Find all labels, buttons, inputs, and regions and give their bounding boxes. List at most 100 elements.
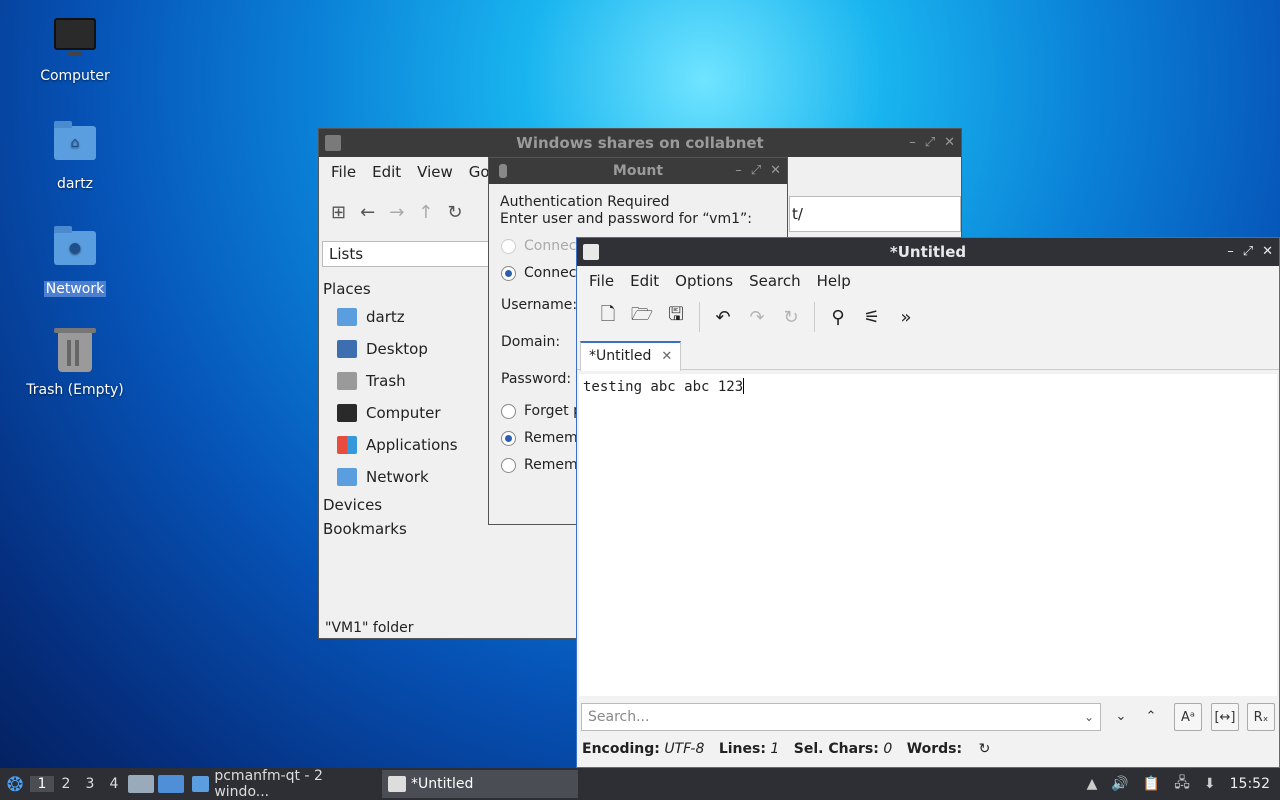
place-label: Network <box>366 468 429 486</box>
connect-anonymous-option[interactable]: Connect <box>501 238 582 254</box>
match-case-icon[interactable]: Aᵃ <box>1174 703 1202 731</box>
menu-file[interactable]: File <box>323 163 364 181</box>
maximize-icon[interactable]: ⤢ <box>1243 244 1253 259</box>
radio-button[interactable] <box>501 457 516 473</box>
sel-chars-value: 0 <box>883 741 893 757</box>
new-tab-icon[interactable]: ⊞ <box>331 202 346 223</box>
desktop-icon-dartz[interactable]: ⌂ dartz <box>20 120 130 192</box>
show-desktop-icon[interactable] <box>158 775 184 793</box>
menu-file[interactable]: File <box>581 272 622 290</box>
side-pane-mode-select[interactable]: Lists <box>322 241 492 267</box>
desktop-switch-1[interactable]: 1 <box>30 776 54 792</box>
task-editor[interactable]: *Untitled <box>382 770 578 798</box>
forget-password-option[interactable]: Forget p <box>501 403 582 419</box>
radio-button[interactable] <box>501 430 516 446</box>
menu-options[interactable]: Options <box>667 272 741 290</box>
editor-titlebar[interactable]: *Untitled – ⤢ ✕ <box>577 238 1279 266</box>
place-item-computer[interactable]: Computer <box>323 397 493 429</box>
desktop-icon-label: dartz <box>56 176 94 192</box>
more-icon[interactable]: » <box>889 307 923 328</box>
menu-edit[interactable]: Edit <box>622 272 667 290</box>
place-item-desktop[interactable]: Desktop <box>323 333 493 365</box>
find-next-icon[interactable]: ⌄ <box>1107 703 1135 731</box>
desktop-switch-2[interactable]: 2 <box>54 776 78 792</box>
tab-untitled[interactable]: *Untitled ✕ <box>580 341 682 371</box>
find-previous-icon[interactable]: ⌃ <box>1137 703 1165 731</box>
network-icon[interactable]: 🖧 <box>1174 772 1190 796</box>
computer-icon <box>53 18 97 62</box>
menu-edit[interactable]: Edit <box>364 163 409 181</box>
remember-forever-option[interactable]: Remem <box>501 457 578 473</box>
menu-search[interactable]: Search <box>741 272 809 290</box>
close-icon[interactable]: ✕ <box>944 135 955 150</box>
search-input[interactable]: Search... ⌄ <box>581 703 1101 731</box>
minimize-icon[interactable]: – <box>909 135 916 150</box>
place-item-applications[interactable]: Applications <box>323 429 493 461</box>
update-notifier-icon[interactable]: ⬇ <box>1204 776 1216 792</box>
open-folder-icon[interactable]: 🗁 <box>625 302 659 332</box>
home-folder-icon: ⌂ <box>53 121 97 170</box>
dialog-title: Mount <box>612 163 664 179</box>
find-replace-icon[interactable]: ⚟ <box>855 307 889 328</box>
path-bar[interactable]: t/ <box>789 196 961 232</box>
redo-icon[interactable]: ↷ <box>740 307 774 328</box>
desktop-switch-4[interactable]: 4 <box>102 776 126 792</box>
close-icon[interactable]: ✕ <box>770 163 781 178</box>
desktop-icon-trash[interactable]: Trash (Empty) <box>20 328 130 398</box>
reload-icon[interactable]: ↻ <box>774 307 808 328</box>
connect-as-user-option[interactable]: Connect <box>501 265 582 281</box>
devices-header[interactable]: Devices <box>323 493 493 517</box>
text-area[interactable]: testing abc abc 123 <box>579 374 1277 696</box>
encoding-value: UTF-8 <box>664 741 705 757</box>
radio-button[interactable] <box>501 403 516 419</box>
close-icon[interactable]: ✕ <box>1262 244 1273 259</box>
minimize-icon[interactable]: – <box>735 163 742 178</box>
maximize-icon[interactable]: ⤢ <box>925 135 935 150</box>
system-tray: ▲ 🔊 📋 🖧 ⬇ 15:52 <box>1087 768 1280 800</box>
option-label: Remem <box>524 457 578 473</box>
bookmarks-header[interactable]: Bookmarks <box>323 517 493 541</box>
save-icon[interactable]: 🖫 <box>659 302 693 332</box>
places-header[interactable]: Places <box>323 277 493 301</box>
minimize-icon[interactable]: – <box>1227 244 1234 259</box>
clipboard-icon[interactable]: 📋 <box>1143 776 1160 792</box>
find-icon[interactable]: ⚲ <box>821 307 855 328</box>
place-label: Desktop <box>366 340 428 358</box>
clock[interactable]: 15:52 <box>1230 776 1270 792</box>
place-item-dartz[interactable]: dartz <box>323 301 493 333</box>
close-tab-icon[interactable]: ✕ <box>661 349 672 364</box>
task-pcmanfm[interactable]: pcmanfm-qt - 2 windo... <box>186 768 382 800</box>
desktop-icon-network[interactable]: ● Network <box>20 225 130 297</box>
place-item-network[interactable]: Network <box>323 461 493 493</box>
new-document-icon[interactable]: 🗋 <box>591 302 625 332</box>
forward-icon[interactable]: → <box>389 202 404 223</box>
editor-app-icon <box>583 244 599 260</box>
option-label: Remem <box>524 430 578 446</box>
side-pane: Places dartz Desktop Trash Computer Appl… <box>323 277 493 541</box>
regex-icon[interactable]: Rₓ <box>1247 703 1275 731</box>
up-icon[interactable]: ↑ <box>418 202 433 223</box>
start-menu-icon[interactable]: ❂ <box>0 772 30 796</box>
remember-session-option[interactable]: Remem <box>501 430 578 446</box>
place-item-trash[interactable]: Trash <box>323 365 493 397</box>
editor-app-icon <box>388 776 406 792</box>
tray-arrow-icon[interactable]: ▲ <box>1087 776 1098 792</box>
chevron-down-icon[interactable]: ⌄ <box>1084 704 1094 730</box>
mount-titlebar[interactable]: Mount – ⤢ ✕ <box>489 158 787 184</box>
menu-help[interactable]: Help <box>809 272 859 290</box>
back-icon[interactable]: ← <box>360 202 375 223</box>
maximize-icon[interactable]: ⤢ <box>751 163 761 178</box>
lines-label: Lines: <box>718 741 766 757</box>
undo-icon[interactable]: ↶ <box>706 307 740 328</box>
desktop-icon-computer[interactable]: Computer <box>20 16 130 84</box>
volume-icon[interactable]: 🔊 <box>1111 776 1128 792</box>
desktop-switch-3[interactable]: 3 <box>78 776 102 792</box>
whole-word-icon[interactable]: [↔] <box>1211 703 1239 731</box>
file-manager-titlebar[interactable]: Windows shares on collabnet – ⤢ ✕ <box>319 129 961 157</box>
refresh-count-icon[interactable]: ↻ <box>979 741 991 757</box>
radio-button[interactable] <box>501 238 516 254</box>
file-manager-launcher-icon[interactable] <box>128 775 154 793</box>
menu-view[interactable]: View <box>409 163 461 181</box>
reload-icon[interactable]: ↻ <box>447 202 462 223</box>
radio-button[interactable] <box>501 265 516 281</box>
